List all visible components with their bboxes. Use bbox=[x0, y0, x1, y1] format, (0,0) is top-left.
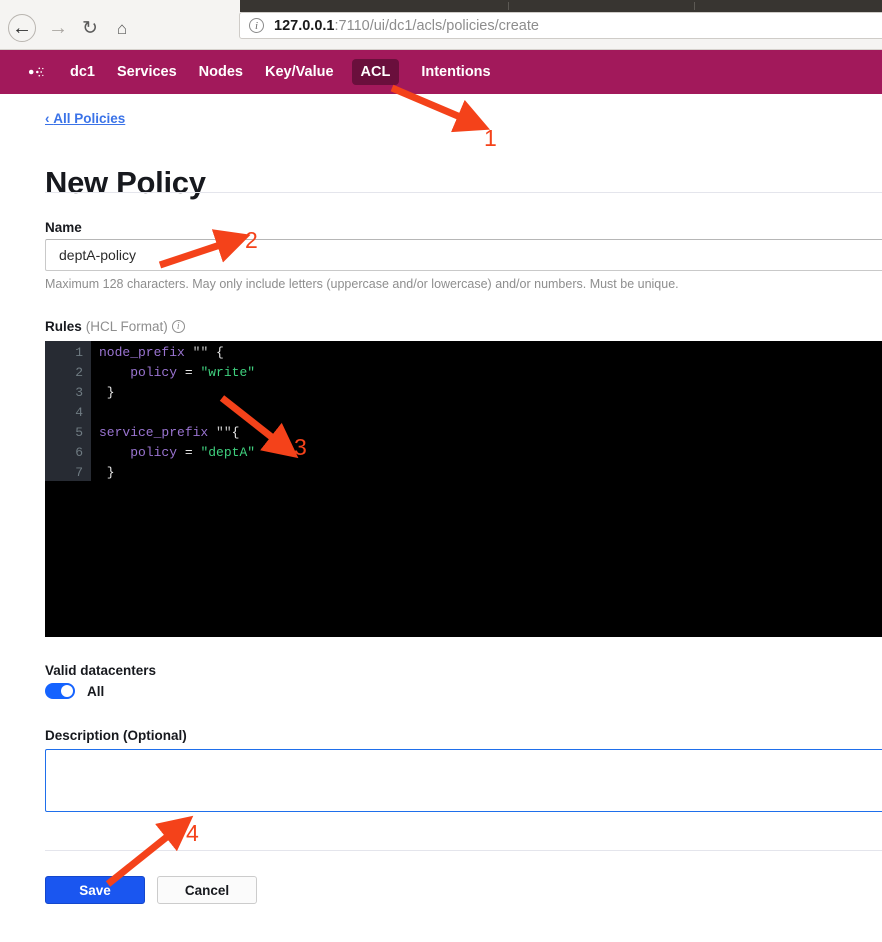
nav-item-nodes[interactable]: Nodes bbox=[199, 64, 243, 80]
url-path: :7110/ui/dc1/acls/policies/create bbox=[334, 17, 539, 34]
title-divider bbox=[45, 192, 882, 193]
code-text: node_prefix "" { bbox=[99, 345, 224, 360]
url-host: 127.0.0.1 bbox=[274, 17, 335, 34]
description-textarea[interactable] bbox=[45, 749, 882, 812]
tabstrip-left-fill bbox=[0, 0, 240, 12]
code-line: 7 } bbox=[45, 463, 882, 483]
tab-separator bbox=[508, 2, 509, 10]
line-number: 3 bbox=[75, 385, 83, 400]
line-number: 6 bbox=[75, 445, 83, 460]
code-text: service_prefix ""{ bbox=[99, 425, 240, 440]
valid-datacenters-toggle[interactable] bbox=[45, 683, 75, 699]
nav-item-key-value[interactable]: Key/Value bbox=[265, 64, 334, 80]
code-line: 2 policy = "write" bbox=[45, 363, 882, 383]
rules-field-label: Rules bbox=[45, 319, 82, 334]
breadcrumb-all-policies[interactable]: ‹ All Policies bbox=[45, 111, 125, 126]
browser-reload-icon[interactable]: ↻ bbox=[76, 14, 104, 42]
browser-back-button[interactable]: ← bbox=[8, 14, 36, 42]
info-circle-icon[interactable]: i bbox=[171, 320, 185, 333]
code-text: policy = "write" bbox=[130, 365, 256, 380]
browser-forward-button[interactable]: → bbox=[44, 14, 72, 42]
browser-url-bar[interactable]: i 127.0.0.1:7110/ui/dc1/acls/policies/cr… bbox=[239, 12, 882, 39]
consul-navigation-bar: dc1 Services Nodes Key/Value ACL Intenti… bbox=[0, 50, 882, 94]
rules-format-label: (HCL Format) bbox=[85, 319, 168, 334]
code-text: policy = "deptA" bbox=[130, 445, 256, 460]
footer-divider bbox=[45, 850, 882, 851]
tab-separator bbox=[694, 2, 695, 10]
valid-datacenters-label: Valid datacenters bbox=[45, 663, 157, 678]
name-input[interactable] bbox=[45, 239, 882, 271]
save-button[interactable]: Save bbox=[45, 876, 145, 904]
name-field-hint: Maximum 128 characters. May only include… bbox=[45, 277, 679, 291]
code-line: 4 bbox=[45, 403, 882, 423]
code-lines: 1 node_prefix "" {2 policy = "write" 3 } 4 5… bbox=[45, 343, 882, 483]
name-field-label: Name bbox=[45, 220, 82, 235]
code-text: } bbox=[99, 385, 115, 400]
nav-item-acl[interactable]: ACL bbox=[351, 59, 400, 85]
line-number: 5 bbox=[75, 425, 83, 440]
line-number: 2 bbox=[75, 365, 83, 380]
browser-home-icon[interactable]: ⌂ bbox=[108, 14, 136, 42]
rules-label-row: Rules (HCL Format) i bbox=[45, 319, 185, 334]
rules-code-editor[interactable]: 1 node_prefix "" {2 policy = "write" 3 } 4 5… bbox=[45, 341, 882, 637]
code-line: 3 } bbox=[45, 383, 882, 403]
code-text: } bbox=[99, 465, 115, 480]
nav-item-dc1[interactable]: dc1 bbox=[70, 64, 95, 80]
nav-item-intentions[interactable]: Intentions bbox=[421, 64, 490, 80]
page-title: New Policy bbox=[45, 164, 206, 200]
code-line: 1 node_prefix "" { bbox=[45, 343, 882, 363]
code-line: 6 policy = "deptA" bbox=[45, 443, 882, 463]
line-number: 4 bbox=[75, 405, 83, 420]
nav-item-services[interactable]: Services bbox=[117, 64, 177, 80]
url-text: 127.0.0.1:7110/ui/dc1/acls/policies/crea… bbox=[274, 18, 539, 34]
chevron-left-icon: ‹ bbox=[45, 111, 54, 126]
description-field-label: Description (Optional) bbox=[45, 728, 187, 743]
cancel-button[interactable]: Cancel bbox=[157, 876, 257, 904]
valid-datacenters-row: All bbox=[45, 683, 104, 699]
valid-datacenters-toggle-label: All bbox=[87, 683, 105, 699]
annotation-number-4: 4 bbox=[186, 820, 199, 846]
browser-tab-strip[interactable] bbox=[240, 0, 882, 12]
annotation-number-1: 1 bbox=[484, 125, 497, 151]
form-button-row: Save Cancel bbox=[45, 876, 257, 904]
breadcrumb-label: All Policies bbox=[53, 111, 126, 126]
code-line: 5 service_prefix ""{ bbox=[45, 423, 882, 443]
consul-logo-icon[interactable] bbox=[20, 60, 48, 84]
line-number: 7 bbox=[75, 465, 83, 480]
info-circle-icon[interactable]: i bbox=[249, 18, 264, 33]
line-number: 1 bbox=[75, 345, 83, 360]
